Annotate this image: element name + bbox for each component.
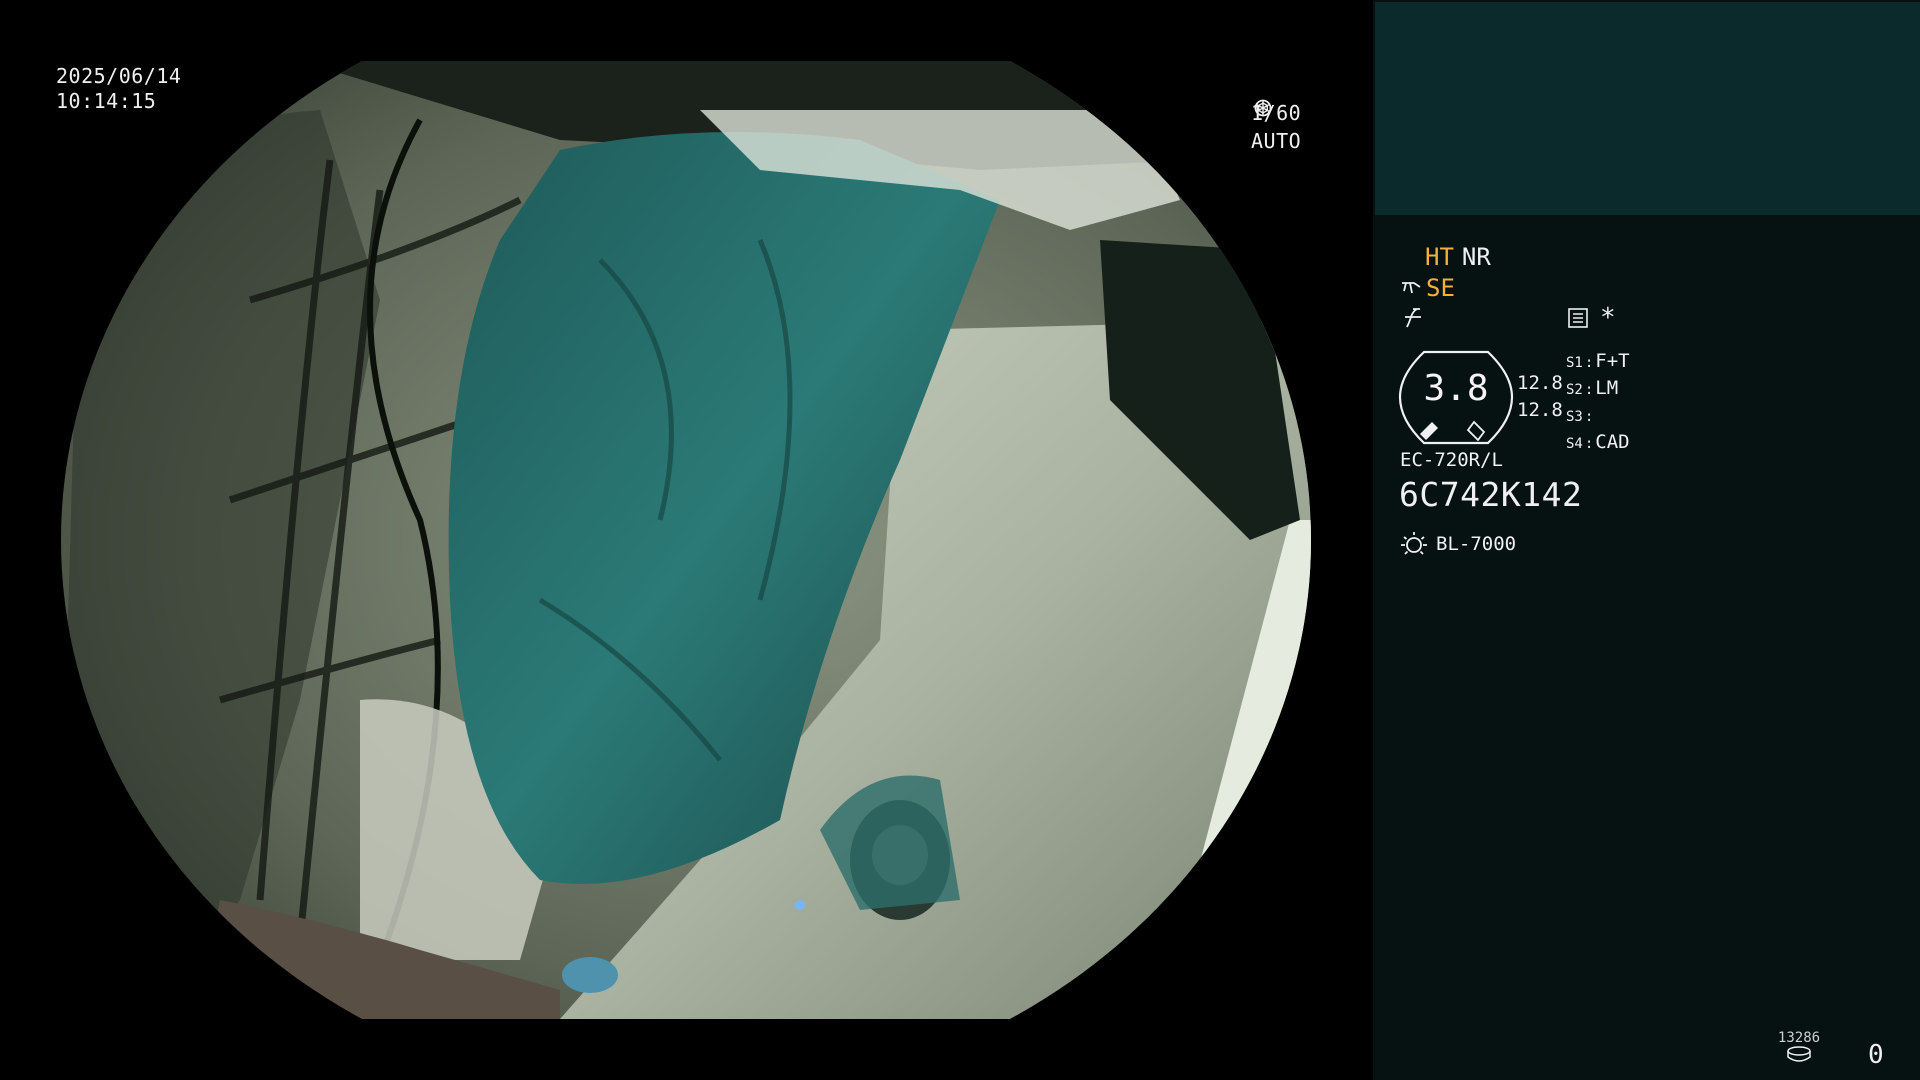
switch-label: S2 (1566, 382, 1583, 398)
zoom-value: 3.8 (1423, 368, 1489, 409)
zoom-sub-values: 12.8 12.8 (1517, 370, 1563, 424)
switch-label: S1 (1566, 355, 1583, 371)
light-source-text: BL-7000 (1436, 533, 1517, 555)
switch-value: CAD (1595, 431, 1630, 453)
se-indicator: SE (1426, 274, 1455, 302)
menu-list-icon (1568, 308, 1588, 328)
switch-value: F+T (1595, 350, 1630, 372)
switch-s1: S1: F+T (1566, 350, 1630, 372)
info-panel: HT NR SE * 3.8 12.8 12.8 S1: F+T S2: L… (1373, 0, 1920, 1080)
switch-s3: S3: (1566, 409, 1594, 425)
endoscopy-monitor: 2025/06/14 10:14:15 1/60 AUTO HT NR SE *… (0, 0, 1920, 1080)
structure-enhancement-row: SE (1400, 274, 1455, 302)
asterisk-indicator: * (1600, 303, 1616, 333)
zoom-dial: 3.8 (1398, 350, 1514, 445)
light-source-row: BL-7000 (1400, 530, 1516, 558)
switch-value: LM (1595, 377, 1619, 399)
menu-row: * (1566, 305, 1616, 331)
enhancement-icon (1405, 308, 1421, 328)
date-time-display: 2025/06/14 10:14:15 (56, 64, 181, 114)
exposure-display: 1/60 AUTO (1251, 99, 1301, 155)
storage-icon (1787, 1046, 1811, 1062)
thumbnail-area (1375, 2, 1920, 215)
image-settings-row: HT NR (1425, 243, 1491, 271)
switch-s2: S2: LM (1566, 377, 1619, 399)
nr-indicator: NR (1461, 243, 1491, 271)
fisheye-camera-image (61, 61, 1311, 1019)
enhancement-row (1401, 305, 1425, 333)
iris-mode-text: AUTO (1251, 128, 1302, 153)
scope-switch-assignments: S1: F+T S2: LM S3: S4: CAD (1566, 349, 1630, 457)
scope-model: EC-720R/L (1400, 449, 1503, 471)
distal-tip-icon (1402, 282, 1421, 294)
time-text: 10:14:15 (56, 89, 157, 113)
iris-auto-icon (1254, 99, 1272, 117)
capture-counter: 13286 (1764, 1030, 1834, 1066)
scope-serial-number: 6C742K142 (1399, 475, 1583, 514)
zoom-sub-value-2: 12.8 (1517, 399, 1563, 421)
switch-s4: S4: CAD (1566, 431, 1630, 453)
capture-count: 13286 (1777, 1030, 1821, 1046)
page-number: 0 (1868, 1040, 1884, 1070)
date-text: 2025/06/14 (56, 64, 182, 88)
switch-label: S3 (1566, 409, 1583, 425)
zoom-sub-value-1: 12.8 (1517, 372, 1563, 394)
light-source-icon (1401, 532, 1427, 555)
ht-indicator: HT (1425, 243, 1454, 271)
endoscope-video-view: 2025/06/14 10:14:15 1/60 AUTO (0, 0, 1373, 1080)
switch-label: S4 (1566, 436, 1583, 452)
